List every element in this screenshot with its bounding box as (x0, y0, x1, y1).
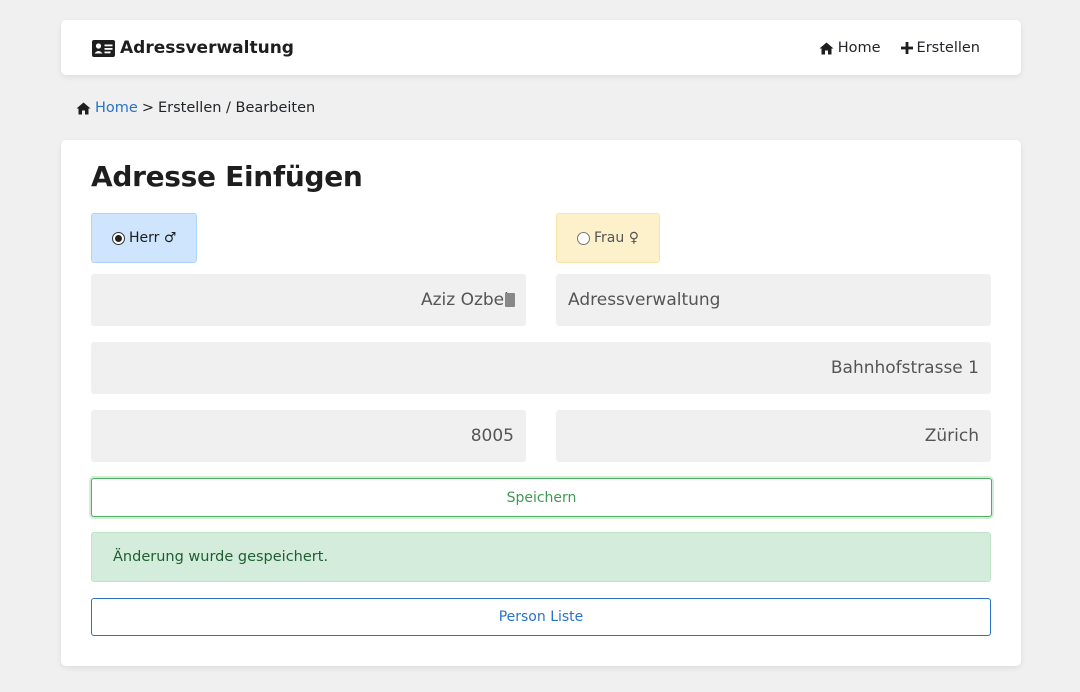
save-button[interactable]: Speichern (91, 478, 992, 517)
person-list-button[interactable]: Person Liste (91, 598, 991, 636)
company-input[interactable] (556, 274, 991, 326)
city-input[interactable] (556, 410, 991, 462)
breadcrumb-home-link[interactable]: Home (95, 100, 138, 116)
text-cursor-marker (505, 293, 515, 307)
street-input[interactable] (91, 342, 991, 394)
gender-option-herr[interactable]: Herr ♂ (91, 213, 197, 263)
success-message: Änderung wurde gespeichert. (113, 549, 329, 565)
navbar: Adressverwaltung Home Erstellen (61, 20, 1021, 75)
brand-label: Adressverwaltung (120, 38, 294, 58)
radio-unselected-icon[interactable] (577, 231, 590, 245)
breadcrumb-separator: > (141, 100, 154, 116)
zip-input[interactable] (91, 410, 526, 462)
breadcrumb-current: Erstellen / Bearbeiten (157, 100, 316, 116)
plus-icon (900, 42, 913, 54)
nav-create-label: Erstellen (916, 40, 980, 56)
success-alert: Änderung wurde gespeichert. (91, 532, 991, 582)
gender-option-frau[interactable]: Frau ♀ (556, 213, 660, 263)
breadcrumb: Home > Erstellen / Bearbeiten (76, 98, 315, 118)
nav-create[interactable]: Erstellen (900, 40, 980, 56)
nav-home[interactable]: Home (819, 40, 881, 56)
page-title: Adresse Einfügen (91, 160, 363, 193)
gender-frau-label: Frau ♀ (594, 230, 639, 246)
radio-selected-icon[interactable] (112, 231, 125, 245)
nav-links: Home Erstellen (819, 38, 980, 58)
brand[interactable]: Adressverwaltung (92, 37, 294, 59)
home-icon (76, 102, 91, 115)
nav-home-label: Home (837, 40, 881, 56)
address-form-card: Adresse Einfügen Herr ♂ Frau ♀ Speichern… (61, 140, 1021, 666)
address-card-icon (92, 39, 115, 57)
gender-herr-label: Herr ♂ (129, 230, 177, 246)
name-input[interactable] (91, 274, 526, 326)
home-icon (819, 42, 834, 55)
